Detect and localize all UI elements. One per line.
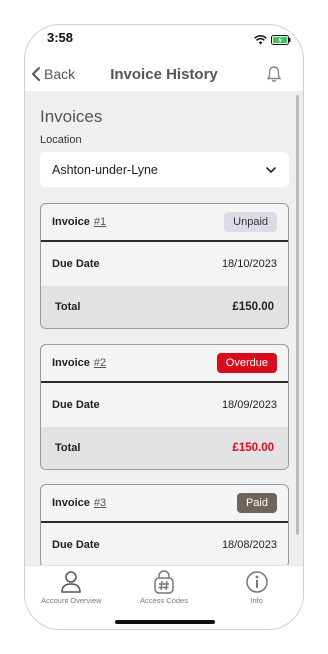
total-row: Total £150.00 <box>41 286 288 328</box>
keypad-icon <box>154 570 174 594</box>
scroll-content[interactable]: Invoices Location Ashton-under-Lyne Invo… <box>25 91 303 565</box>
due-date-value: 18/09/2023 <box>221 399 277 411</box>
invoice-number-link[interactable]: #1 <box>94 216 106 228</box>
status-badge: Paid <box>236 493 277 513</box>
scrollbar[interactable] <box>296 95 299 535</box>
status-icons <box>254 35 291 45</box>
home-indicator <box>115 620 215 624</box>
status-badge: Unpaid <box>224 212 277 232</box>
bell-icon <box>266 66 282 82</box>
invoice-card[interactable]: Invoice #3 Paid Due Date 18/08/2023 <box>40 484 289 565</box>
tab-bar: Account Overview Access Codes Info <box>25 565 303 615</box>
invoice-header: Invoice #2 Overdue <box>41 345 288 383</box>
tab-label: Access Codes <box>140 596 188 605</box>
tab-info[interactable]: Info <box>210 566 303 615</box>
tab-account-overview[interactable]: Account Overview <box>25 566 118 615</box>
invoice-label: Invoice <box>52 357 90 369</box>
invoice-number-link[interactable]: #3 <box>94 497 106 509</box>
page-title: Invoice History <box>110 66 218 83</box>
invoice-header: Invoice #3 Paid <box>41 485 288 523</box>
total-label: Total <box>55 301 81 313</box>
status-time: 3:58 <box>47 30 74 45</box>
phone-frame: 3:58 Back Invoice History Invoices Locat… <box>24 24 304 630</box>
invoice-card[interactable]: Invoice #1 Unpaid Due Date 18/10/2023 To… <box>40 203 289 329</box>
invoice-label: Invoice <box>52 497 90 509</box>
wifi-icon <box>254 35 267 45</box>
due-date-row: Due Date 18/08/2023 <box>41 523 288 565</box>
location-label: Location <box>40 134 82 146</box>
location-value: Ashton-under-Lyne <box>52 162 158 177</box>
due-date-value: 18/10/2023 <box>221 258 277 270</box>
invoice-card[interactable]: Invoice #2 Overdue Due Date 18/09/2023 T… <box>40 344 289 470</box>
battery-charging-icon <box>271 35 291 45</box>
due-date-value: 18/08/2023 <box>221 539 277 551</box>
due-date-label: Due Date <box>52 258 100 270</box>
due-date-row: Due Date 18/09/2023 <box>41 383 288 427</box>
notifications-button[interactable] <box>265 65 283 88</box>
person-icon <box>61 571 82 593</box>
total-value: £150.00 <box>232 301 274 313</box>
due-date-row: Due Date 18/10/2023 <box>41 242 288 286</box>
tab-access-codes[interactable]: Access Codes <box>118 566 211 615</box>
navigation-bar: Back Invoice History <box>25 57 303 91</box>
location-select[interactable]: Ashton-under-Lyne <box>40 152 289 187</box>
due-date-label: Due Date <box>52 539 100 551</box>
invoice-label: Invoice <box>52 216 90 228</box>
status-badge: Overdue <box>216 353 277 373</box>
invoices-heading: Invoices <box>40 107 103 126</box>
tab-label: Info <box>250 596 263 605</box>
invoice-header: Invoice #1 Unpaid <box>41 204 288 242</box>
status-bar: 3:58 <box>25 25 303 55</box>
invoice-number-link[interactable]: #2 <box>94 357 106 369</box>
info-icon <box>245 571 268 593</box>
total-row: Total £150.00 <box>41 427 288 469</box>
total-value: £150.00 <box>232 442 274 454</box>
total-label: Total <box>55 442 81 454</box>
tab-label: Account Overview <box>41 596 102 605</box>
due-date-label: Due Date <box>52 399 100 411</box>
chevron-down-icon <box>266 166 276 173</box>
